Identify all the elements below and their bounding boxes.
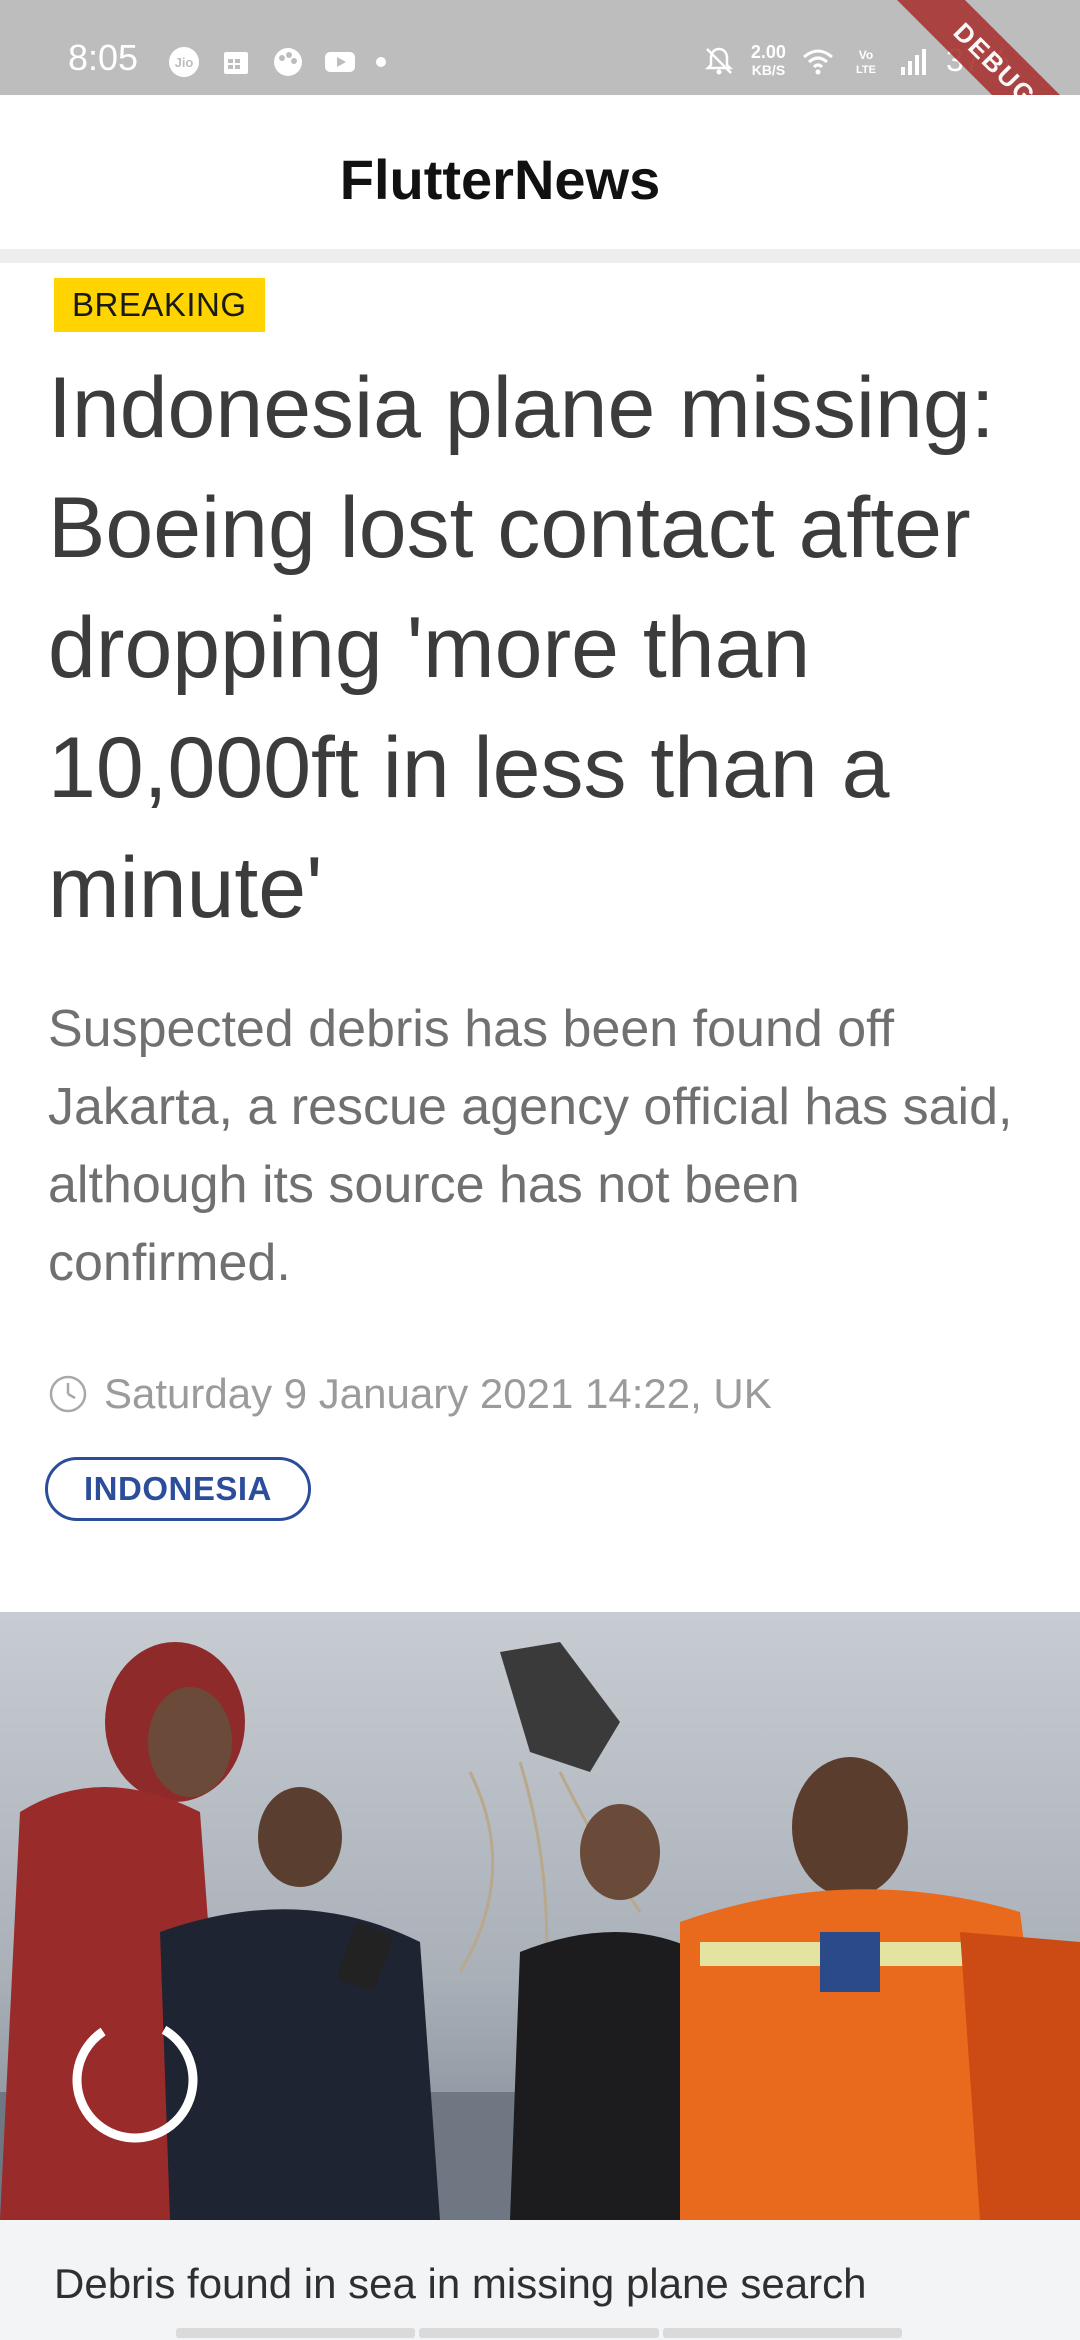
article-summary: Suspected debris has been found off Jaka…: [48, 1000, 1013, 1292]
calendar-icon: [224, 52, 248, 74]
bell-off-icon: [704, 47, 733, 74]
tag-indonesia[interactable]: INDONESIA: [45, 1457, 311, 1521]
caption-scroll-indicator: [176, 2328, 902, 2338]
status-time: 8:05: [68, 37, 139, 78]
palette-icon: [274, 48, 302, 76]
article-headline: Indonesia plane missing: Boeing lost con…: [48, 360, 995, 936]
svg-text:Jio: Jio: [175, 55, 194, 70]
loading-spinner: [72, 2017, 198, 2143]
svg-text:Vo: Vo: [859, 48, 873, 62]
jio-icon: Jio: [169, 47, 199, 77]
timestamp-text: Saturday 9 January 2021 14:22, UK: [104, 1370, 772, 1417]
video-caption: Debris found in sea in missing plane sea…: [54, 2260, 867, 2307]
clock-icon: [49, 1375, 87, 1413]
volte-icon: Vo LTE: [856, 48, 876, 76]
app-title: FlutterNews: [339, 148, 661, 211]
net-speed: 2.00 KB/S: [751, 43, 786, 79]
app-bar: FlutterNews: [0, 95, 1080, 263]
dot-icon: [376, 57, 386, 67]
scroll-segment: [662, 2328, 902, 2338]
breaking-badge: BREAKING: [54, 278, 265, 332]
article-timestamp: Saturday 9 January 2021 14:22, UK: [48, 1370, 772, 1418]
wifi-icon: [802, 49, 833, 74]
signal-icon: [900, 48, 926, 75]
scroll-segment: [176, 2328, 416, 2338]
youtube-icon: [325, 52, 355, 72]
notification-icons: Jio: [168, 46, 386, 78]
scroll-segment: [419, 2328, 659, 2338]
net-speed-unit: KB/S: [751, 61, 786, 78]
svg-text:LTE: LTE: [856, 64, 876, 76]
net-speed-value: 2.00: [750, 41, 786, 62]
